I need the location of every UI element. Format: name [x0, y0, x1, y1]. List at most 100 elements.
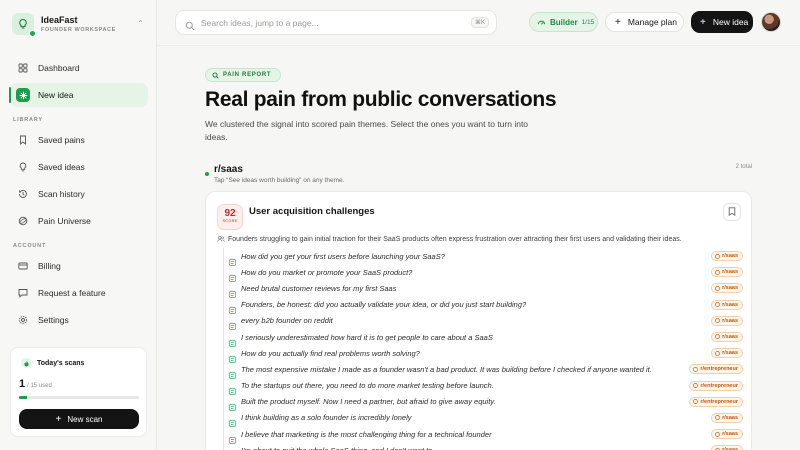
subreddit-hint: Tap “See ideas worth building” on any th…: [214, 177, 345, 184]
evidence-post[interactable]: Built the product myself. Now I need a p…: [226, 394, 743, 412]
post-title: The most expensive mistake I made as a f…: [241, 364, 652, 374]
nav-saved-pains-label: Saved pains: [38, 135, 85, 145]
new-scan-button[interactable]: + New scan: [19, 409, 139, 429]
source-badge[interactable]: r/saas: [711, 251, 743, 261]
source-badge[interactable]: r/entrepreneur: [689, 364, 743, 375]
post-title: every b2b founder on reddit: [241, 316, 333, 326]
source-label: r/saas: [722, 301, 738, 308]
nav-billing[interactable]: Billing: [10, 254, 148, 278]
source-badge[interactable]: r/saas: [711, 429, 743, 440]
source-badge[interactable]: r/saas: [711, 445, 743, 450]
manage-plan-button[interactable]: + Manage plan: [605, 12, 684, 32]
reddit-icon: [715, 253, 720, 259]
post-title: Founders, be honest: did you actually va…: [241, 300, 527, 310]
scans-used-number: 1: [19, 378, 26, 390]
score-value: 92: [224, 208, 236, 219]
plan-pill[interactable]: Builder 1/15: [529, 12, 598, 32]
reddit-icon: [715, 302, 720, 307]
source-badge[interactable]: r/saas: [711, 299, 743, 310]
quote-icon: [229, 285, 236, 298]
orbit-icon: [18, 216, 28, 226]
post-title: I'm about to quit the whole SaaS thing, …: [241, 446, 432, 450]
workspace-switcher[interactable]: IdeaFast FOUNDER WORKSPACE ⌃: [12, 13, 146, 37]
user-avatar[interactable]: [761, 12, 781, 32]
nav-new-idea-label: New idea: [38, 90, 74, 100]
plus-icon: +: [615, 16, 621, 28]
source-label: r/saas: [722, 253, 738, 259]
evidence-post[interactable]: I seriously underestimated how hard it i…: [226, 329, 743, 347]
search-bar[interactable]: Search ideas, jump to a page... ⌘K: [175, 10, 497, 35]
source-badge[interactable]: r/saas: [711, 267, 743, 278]
source-badge[interactable]: r/entrepreneur: [689, 380, 743, 391]
flame-icon: [21, 358, 31, 368]
source-label: r/saas: [722, 414, 738, 421]
quote-icon: [229, 253, 236, 266]
source-label: r/entrepreneur: [700, 398, 738, 405]
evidence-post[interactable]: I'm about to quit the whole SaaS thing, …: [226, 442, 743, 450]
nav-dashboard[interactable]: Dashboard: [10, 56, 148, 80]
lightbulb-logo-icon: [12, 13, 36, 37]
nav-settings-label: Settings: [38, 315, 69, 325]
chevron-updown-icon: ⌃: [137, 19, 144, 28]
nav-saved-ideas[interactable]: Saved ideas: [10, 155, 148, 179]
sparkle-icon: [16, 88, 30, 102]
source-badge[interactable]: r/saas: [711, 331, 743, 342]
evidence-post[interactable]: How did you get your first users before …: [226, 248, 743, 266]
quote-icon: [229, 431, 236, 444]
post-title: How did you get your first users before …: [241, 251, 445, 261]
evidence-post[interactable]: Founders, be honest: did you actually va…: [226, 297, 743, 314]
source-label: r/saas: [722, 285, 738, 292]
scans-limit: / 15 used: [27, 383, 52, 389]
scans-progress-bar: [19, 396, 139, 399]
library-section-label: LIBRARY: [13, 117, 43, 123]
search-shortcut: ⌘K: [470, 17, 489, 28]
nav-request-feature-label: Request a feature: [38, 288, 106, 298]
nav-new-idea[interactable]: New idea: [9, 83, 148, 107]
post-title: To the startups out there, you need to d…: [241, 381, 494, 391]
gear-icon: [18, 315, 28, 325]
nav-saved-pains[interactable]: Saved pains: [10, 128, 148, 152]
evidence-post[interactable]: To the startups out there, you need to d…: [226, 378, 743, 395]
save-theme-button[interactable]: [723, 203, 741, 221]
source-badge[interactable]: r/entrepreneur: [689, 396, 743, 407]
source-badge[interactable]: r/saas: [711, 412, 743, 423]
search-icon: [185, 18, 195, 30]
nav-pain-universe-label: Pain Universe: [38, 216, 91, 226]
nav-scan-history-label: Scan history: [38, 189, 85, 199]
todays-scans-card: Today's scans 1/ 15 used + New scan: [10, 347, 147, 437]
page-description: We clustered the signal into scored pain…: [205, 119, 529, 142]
quote-icon: [229, 269, 236, 282]
evidence-post[interactable]: How do you market or promote your SaaS p…: [226, 264, 743, 282]
source-badge[interactable]: r/saas: [711, 283, 743, 294]
manage-plan-label: Manage plan: [627, 17, 677, 27]
reddit-icon: [693, 366, 699, 372]
nav-billing-label: Billing: [38, 261, 61, 271]
quote-icon: [229, 382, 236, 395]
evidence-post[interactable]: The most expensive mistake I made as a f…: [226, 361, 743, 379]
history-icon: [18, 189, 28, 199]
scans-count: 1/ 15 used: [19, 378, 52, 390]
new-idea-label: New idea: [712, 17, 749, 27]
source-label: r/saas: [722, 269, 738, 276]
nav-request-feature[interactable]: Request a feature: [10, 281, 148, 305]
nav-pain-universe[interactable]: Pain Universe: [10, 209, 148, 233]
evidence-post[interactable]: Need brutal customer reviews for my firs…: [226, 280, 743, 298]
source-label: r/entrepreneur: [700, 382, 738, 389]
subreddit-name: r/saas: [214, 164, 243, 175]
evidence-post[interactable]: I think building as a solo founder is in…: [226, 410, 743, 428]
evidence-post[interactable]: How do you actually find real problems w…: [226, 345, 743, 363]
evidence-post-list: How did you get your first users before …: [223, 248, 743, 450]
new-idea-button[interactable]: + New idea: [691, 11, 753, 33]
source-badge[interactable]: r/saas: [711, 348, 743, 359]
search-placeholder: Search ideas, jump to a page...: [201, 17, 319, 28]
pain-report-label: PAIN REPORT: [223, 72, 272, 78]
post-title: I think building as a solo founder is in…: [241, 413, 412, 423]
evidence-post[interactable]: I believe that marketing is the most cha…: [226, 426, 743, 444]
quote-icon: [229, 366, 236, 379]
evidence-post[interactable]: every b2b founder on reddit r/saas: [226, 313, 743, 331]
sidebar: IdeaFast FOUNDER WORKSPACE ⌃ Dashboard N…: [0, 0, 157, 450]
source-badge[interactable]: r/saas: [711, 315, 743, 326]
nav-settings[interactable]: Settings: [10, 308, 148, 332]
nav-scan-history[interactable]: Scan history: [10, 182, 148, 206]
plus-icon: +: [55, 413, 62, 425]
